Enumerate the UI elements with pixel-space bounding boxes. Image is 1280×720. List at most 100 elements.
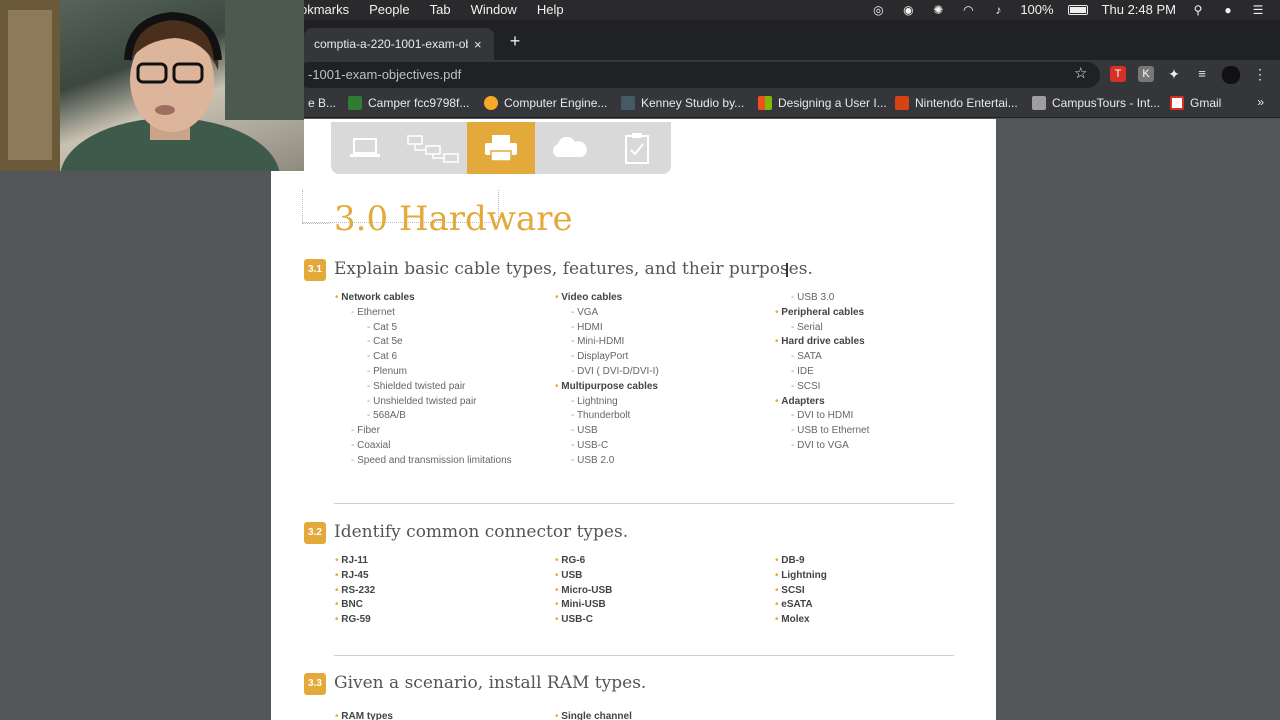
outline-subtopic: Lightning xyxy=(555,395,659,410)
bookmark-label: Computer Engine... xyxy=(504,96,608,110)
screen: okmarks People Tab Window Help ◎ ◉ ✺ ◠ ♪… xyxy=(0,0,1280,720)
spotlight-search-icon[interactable]: ⚲ xyxy=(1190,3,1206,17)
bookmark-label: Kenney Studio by... xyxy=(641,96,745,110)
clock[interactable]: Thu 2:48 PM xyxy=(1102,2,1176,17)
profile-avatar[interactable] xyxy=(1222,66,1240,84)
bookmark-item[interactable]: Camper fcc9798f... xyxy=(348,96,469,110)
extension-tp-icon[interactable]: T xyxy=(1110,66,1126,82)
outline-subtopic: SCSI xyxy=(775,380,869,395)
outline-subtopic: Shielded twisted pair xyxy=(335,380,512,395)
domain-icon-bar xyxy=(331,122,671,174)
section-badge: 3.1 xyxy=(304,259,326,281)
address-bar[interactable]: -1001-exam-objectives.pdf xyxy=(296,62,1100,88)
outline-topic: SCSI xyxy=(775,584,827,599)
bookmarks-overflow-icon[interactable]: » xyxy=(1257,95,1264,109)
section-column: Single channel xyxy=(555,710,632,720)
bookmark-item[interactable]: Kenney Studio by... xyxy=(621,96,744,110)
section-title: Explain basic cable types, features, and… xyxy=(334,259,813,279)
outline-topic: RJ-11 xyxy=(335,554,375,569)
reading-list-icon[interactable]: ≡ xyxy=(1194,66,1210,82)
outline-topic: Micro-USB xyxy=(555,584,612,599)
menu-window[interactable]: Window xyxy=(471,2,517,17)
outline-subtopic: Fiber xyxy=(335,424,512,439)
menu-bookmarks[interactable]: okmarks xyxy=(300,2,349,17)
record-icon[interactable]: ✺ xyxy=(930,3,946,17)
outline-topic: Hard drive cables xyxy=(775,335,869,350)
gmail-favicon-icon xyxy=(1170,96,1184,110)
outline-topic: Video cables xyxy=(555,291,659,306)
menu-people[interactable]: People xyxy=(369,2,409,17)
wifi-icon[interactable]: ◠ xyxy=(960,3,976,17)
outline-topic: BNC xyxy=(335,598,375,613)
extensions-puzzle-icon[interactable]: ✦ xyxy=(1166,66,1182,82)
outline-subtopic: Serial xyxy=(775,321,869,336)
outline-topic: USB-C xyxy=(555,613,612,628)
section-column: Video cablesVGAHDMIMini-HDMIDisplayPortD… xyxy=(555,291,659,469)
outline-topic: Molex xyxy=(775,613,827,628)
outline-topic: Adapters xyxy=(775,395,869,410)
section-divider xyxy=(334,503,954,504)
outline-topic: Network cables xyxy=(335,291,512,306)
outline-topic: RG-59 xyxy=(335,613,375,628)
volume-icon[interactable]: ♪ xyxy=(990,3,1006,17)
extension-k-icon[interactable]: K xyxy=(1138,66,1154,82)
outline-subtopic: VGA xyxy=(555,306,659,321)
notification-center-icon[interactable]: ☰ xyxy=(1250,3,1266,17)
menu-help[interactable]: Help xyxy=(537,2,564,17)
section-column: RAM types xyxy=(335,710,393,720)
menu-tab[interactable]: Tab xyxy=(430,2,451,17)
tab-pdf[interactable]: comptia-a-220-1001-exam-ob × xyxy=(304,28,494,60)
chrome-menu-icon[interactable]: ⋮ xyxy=(1252,66,1268,82)
bookmark-item[interactable]: Designing a User I... xyxy=(758,96,887,110)
section-column: USB 3.0Peripheral cablesSerialHard drive… xyxy=(775,291,869,454)
outline-subtopic: USB 2.0 xyxy=(555,454,659,469)
section-divider xyxy=(334,655,954,656)
outline-subtopic: USB-C xyxy=(555,439,659,454)
outline-subtopic: Plenum xyxy=(335,365,512,380)
bookmark-item[interactable]: Gmail xyxy=(1170,96,1221,110)
outline-topic: Multipurpose cables xyxy=(555,380,659,395)
outline-topic: DB-9 xyxy=(775,554,827,569)
bookmark-label: Gmail xyxy=(1190,96,1222,110)
bookmark-item[interactable]: Computer Engine... xyxy=(484,96,607,110)
outline-subtopic: USB xyxy=(555,424,659,439)
outline-subtopic: HDMI xyxy=(555,321,659,336)
sync-icon[interactable]: ◉ xyxy=(900,3,916,17)
outline-subtopic: Ethernet xyxy=(335,306,512,321)
outline-subtopic: DVI to VGA xyxy=(775,439,869,454)
webcam-overlay xyxy=(0,0,304,171)
outline-topic: Peripheral cables xyxy=(775,306,869,321)
section-badge: 3.3 xyxy=(304,673,326,695)
section-title: Given a scenario, install RAM types. xyxy=(334,673,647,693)
decor-dotted-connector xyxy=(302,223,330,224)
bookmark-item[interactable]: CampusTours - Int... xyxy=(1032,96,1160,110)
outline-subtopic: SATA xyxy=(775,350,869,365)
section-title: Identify common connector types. xyxy=(334,522,629,542)
bookmark-item[interactable]: Nintendo Entertai... xyxy=(895,96,1018,110)
new-tab-icon[interactable]: + xyxy=(506,32,524,50)
outline-subtopic: 568A/B xyxy=(335,409,512,424)
section-badge: 3.2 xyxy=(304,522,326,544)
outline-topic: eSATA xyxy=(775,598,827,613)
section-column: DB-9LightningSCSIeSATAMolex xyxy=(775,554,827,628)
bookmark-star-icon[interactable]: ☆ xyxy=(1074,64,1087,82)
bookmark-item[interactable]: e B... xyxy=(308,96,336,110)
section-column: RJ-11RJ-45RS-232BNCRG-59 xyxy=(335,554,375,628)
text-cursor-icon xyxy=(786,263,788,277)
tab-close-icon[interactable]: × xyxy=(474,37,482,52)
siri-icon[interactable]: ● xyxy=(1220,3,1236,17)
outline-subtopic: Cat 6 xyxy=(335,350,512,365)
outline-subtopic: Mini-HDMI xyxy=(555,335,659,350)
bookmark-label: e B... xyxy=(308,96,337,110)
outline-subtopic: Cat 5 xyxy=(335,321,512,336)
outline-subtopic: Thunderbolt xyxy=(555,409,659,424)
section-column: RG-6USBMicro-USBMini-USBUSB-C xyxy=(555,554,612,628)
cloud-icon xyxy=(535,122,603,174)
laptop-icon xyxy=(331,122,399,174)
outline-topic: USB xyxy=(555,569,612,584)
battery-icon[interactable] xyxy=(1067,4,1088,15)
webcam-person-image xyxy=(0,0,304,171)
outline-subtopic: Unshielded twisted pair xyxy=(335,395,512,410)
creative-cloud-icon[interactable]: ◎ xyxy=(870,3,886,17)
bookmark-label: Designing a User I... xyxy=(778,96,887,110)
